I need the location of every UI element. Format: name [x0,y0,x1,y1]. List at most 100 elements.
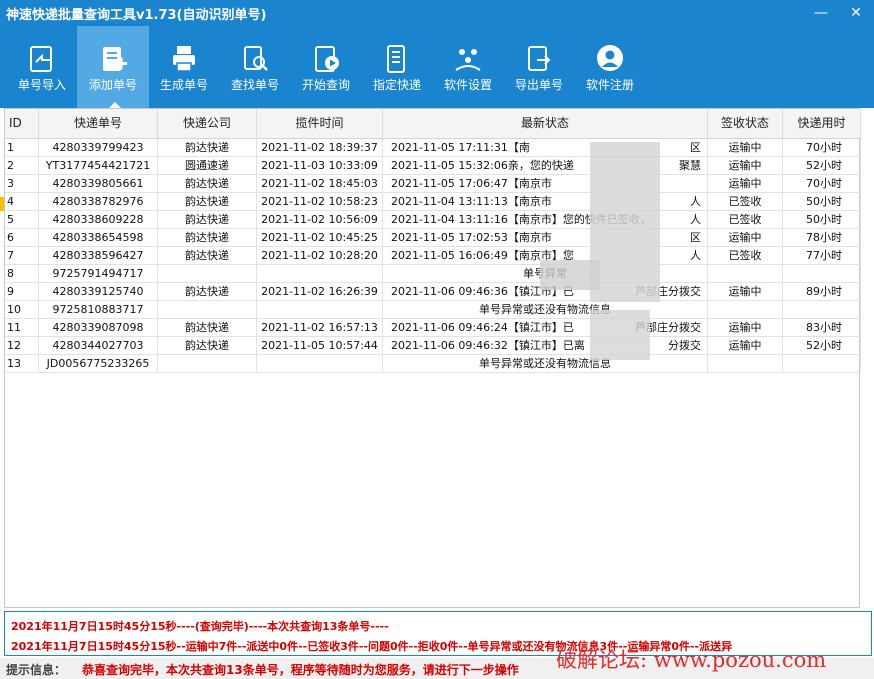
status-text-tail: 区 [690,231,701,244]
cell-sign-status: 运输中 [708,283,783,301]
cell-sign-status [708,301,783,319]
status-text: 2021-11-06 09:46:24【镇江市】已 [391,321,574,334]
toolbar-button-export[interactable]: 导出单号 [503,26,575,108]
table-row[interactable]: 7 4280338596427 韵达快递 2021-11-02 10:28:20 202… [5,247,861,265]
cell-id: 11 [5,319,39,337]
cell-latest-status: 2021-11-06 09:46:24【镇江市】已 芦部庄分拨交 [383,319,708,337]
cell-sign-status: 已签收 [708,193,783,211]
toolbar-button-label: 生成单号 [159,78,208,92]
table-row[interactable]: 2 YT3177454421721 圆通速递 2021-11-03 10:33:09 2… [5,157,861,175]
header-sign-status[interactable]: 签收状态 [708,109,783,138]
status-text: 2021-11-04 13:11:13【南京市 [391,195,552,208]
cell-time-used: 78小时 [783,229,861,247]
header-time-used[interactable]: 快递用时 [783,109,861,138]
table-row[interactable]: 11 4280339087098 韵达快递 2021-11-02 16:57:13 20… [5,319,861,337]
toolbar-button-label: 指定快递 [372,78,421,92]
table-row[interactable]: 9 4280339125740 韵达快递 2021-11-02 16:26:39 202… [5,283,861,301]
cell-id: 8 [5,265,39,283]
cell-company: 韵达快递 [158,175,257,193]
cell-id: 6 [5,229,39,247]
cell-pickup-time: 2021-11-02 18:45:03 [257,175,383,193]
toolbar-button-label: 软件设置 [443,78,492,92]
cell-tracking-number: YT3177454421721 [39,157,158,175]
privacy-mosaic [540,260,600,290]
toolbar-button-label: 查找单号 [230,78,279,92]
cell-id: 1 [5,139,39,157]
cell-pickup-time: 2021-11-02 10:45:25 [257,229,383,247]
table-header: ID 快递单号 快递公司 揽件时间 最新状态 签收状态 快递用时 [5,109,861,139]
cell-sign-status: 运输中 [708,139,783,157]
cell-sign-status: 已签收 [708,247,783,265]
toolbar-button-settings[interactable]: 软件设置 [432,26,504,108]
cell-company: 韵达快递 [158,247,257,265]
toolbar-button-list[interactable]: 指定快递 [361,26,433,108]
table-row[interactable]: 3 4280339805661 韵达快递 2021-11-02 18:45:03 202… [5,175,861,193]
table-row[interactable]: 10 9725810883717 单号异常或还没有物流信息 [5,301,861,319]
cell-tracking-number: 4280339125740 [39,283,158,301]
log-line: 2021年11月7日15时45分15秒----(查询完毕)----本次共查询13… [11,620,389,633]
cell-sign-status [708,265,783,283]
header-id[interactable]: ID [5,109,39,138]
title-bar: 神速快递批量查询工具v1.73(自动识别单号) — ✕ [0,0,874,26]
cell-tracking-number: 4280338654598 [39,229,158,247]
cell-company: 韵达快递 [158,319,257,337]
minimize-button[interactable]: — [810,3,832,23]
table-row[interactable]: 5 4280338609228 韵达快递 2021-11-02 10:56:09 202… [5,211,861,229]
cell-tracking-number: 4280339799423 [39,139,158,157]
status-text: 2021-11-05 17:02:53【南京市 [391,231,552,244]
cell-pickup-time [257,301,383,319]
toolbar-button-search-doc[interactable]: 查找单号 [219,26,291,108]
cell-company: 韵达快递 [158,283,257,301]
cell-tracking-number: JD0056775233265 [39,355,158,373]
table-row[interactable]: 13 JD0056775233265 单号异常或还没有物流信息 [5,355,861,373]
header-number[interactable]: 快递单号 [39,109,158,138]
table-row[interactable]: 4 4280338782976 韵达快递 2021-11-02 10:58:23 202… [5,193,861,211]
cell-time-used: 89小时 [783,283,861,301]
table-row[interactable]: 89725791494717单号异常 [5,265,861,283]
cell-company: 韵达快递 [158,193,257,211]
toolbar-button-play-doc[interactable]: 开始查询 [290,26,362,108]
toolbar-button-import[interactable]: 单号导入 [6,26,78,108]
table-row[interactable]: 6 4280338654598 韵达快递 2021-11-02 10:45:25 202… [5,229,861,247]
cell-company [158,301,257,319]
cell-pickup-time: 2021-11-05 10:57:44 [257,337,383,355]
status-text: 2021-11-06 09:46:32【镇江市】已离 [391,339,585,352]
toolbar-button-printer[interactable]: 生成单号 [148,26,220,108]
cell-latest-status: 单号异常或还没有物流信息 [383,301,708,319]
results-table: ID 快递单号 快递公司 揽件时间 最新状态 签收状态 快递用时 1 428033… [4,108,861,608]
status-text-tail: 聚慧 [679,159,701,172]
cell-tracking-number: 9725791494717 [39,265,158,283]
header-company[interactable]: 快递公司 [158,109,257,138]
cell-pickup-time [257,265,383,283]
cell-time-used [783,265,861,283]
cell-company: 韵达快递 [158,337,257,355]
cell-time-used: 70小时 [783,175,861,193]
toolbar-button-user[interactable]: 软件注册 [574,26,646,108]
status-message: 恭喜查询完毕，本次共查询13条单号，程序等待随时为您服务，请进行下一步操作 [82,663,519,677]
cell-sign-status: 运输中 [708,337,783,355]
status-text-tail: 区 [690,141,701,154]
cell-sign-status: 运输中 [708,229,783,247]
status-text: 2021-11-05 15:32:06亲，您的快递 [391,159,574,172]
cell-pickup-time: 2021-11-02 16:57:13 [257,319,383,337]
cell-company [158,355,257,373]
cell-time-used: 50小时 [783,211,861,229]
toolbar: 单号导入 添加单号 生成单号 查找单号 开始查询 指定快递 软件设置 导出单号 软件注册 [0,26,874,108]
cell-company: 韵达快递 [158,211,257,229]
toolbar-button-label: 软件注册 [585,78,634,92]
cell-tracking-number: 9725810883717 [39,301,158,319]
close-button[interactable]: ✕ [845,3,867,23]
cell-tracking-number: 4280344027703 [39,337,158,355]
table-row[interactable]: 1 4280339799423 韵达快递 2021-11-02 18:39:37 202… [5,139,861,157]
cell-company: 韵达快递 [158,229,257,247]
table-row[interactable]: 12 4280344027703 韵达快递 2021-11-05 10:57:44 20… [5,337,861,355]
cell-sign-status [708,355,783,373]
header-pickup-time[interactable]: 揽件时间 [257,109,383,138]
cell-time-used: 70小时 [783,139,861,157]
status-text-tail: 分拨交 [668,339,701,352]
header-latest-status[interactable]: 最新状态 [383,109,708,138]
toolbar-button-add-number[interactable]: 添加单号 [77,26,149,108]
cell-pickup-time: 2021-11-02 10:58:23 [257,193,383,211]
watermark: 破解论坛: www.pozou.com [556,648,827,672]
cell-company: 圆通速递 [158,157,257,175]
